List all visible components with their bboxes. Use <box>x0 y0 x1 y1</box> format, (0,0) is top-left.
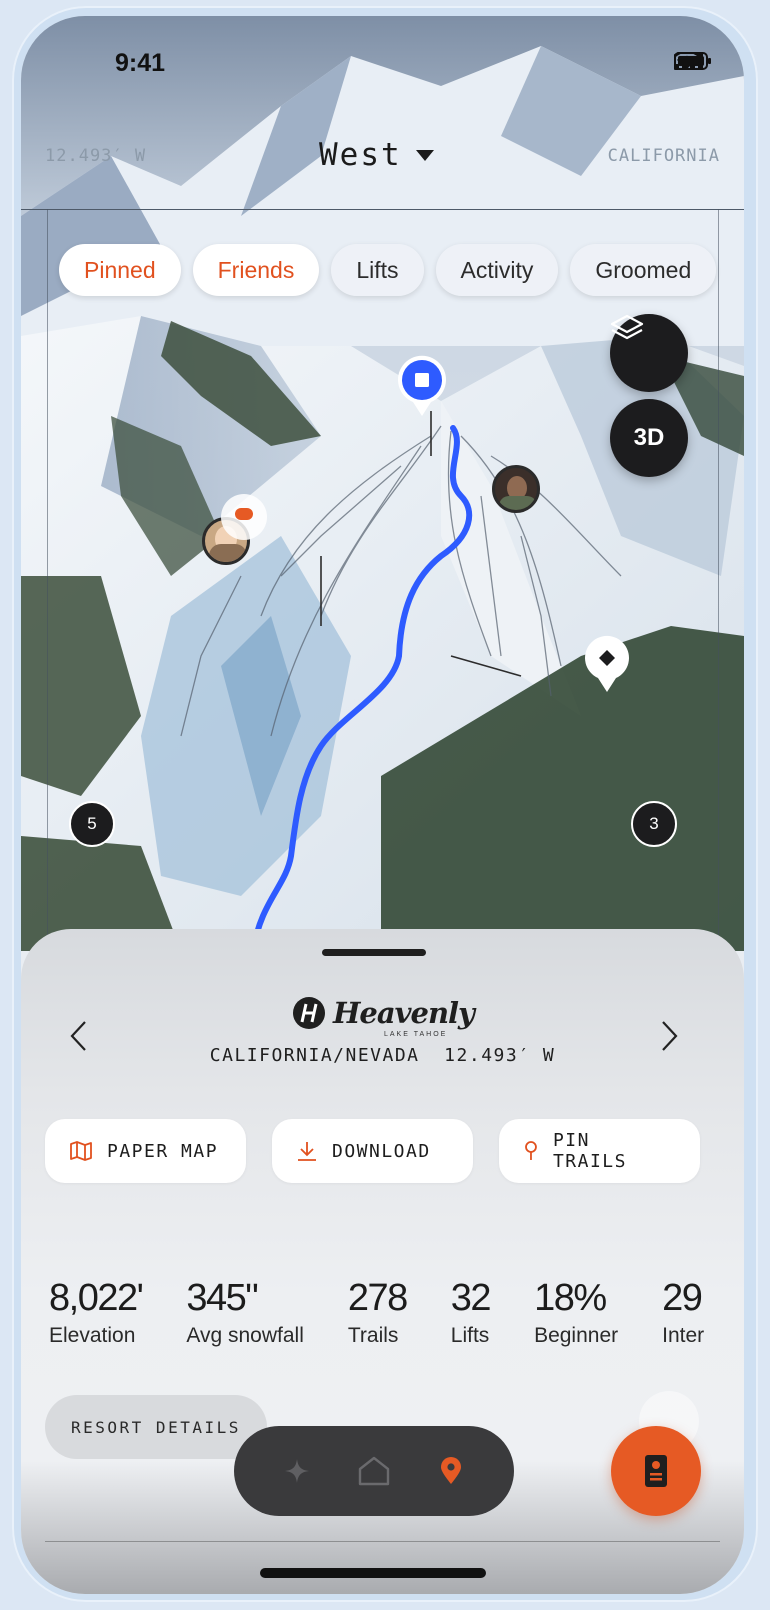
battery-icon <box>674 52 711 70</box>
stat-value: 8,022' <box>49 1277 144 1319</box>
resort-location: CALIFORNIA/NEVADA 12.493′ W <box>209 1045 556 1066</box>
stat-value: 32 <box>450 1277 492 1319</box>
resort-stats[interactable]: 8,022' Elevation 345" Avg snowfall 278 T… <box>49 1277 744 1367</box>
tab-map[interactable] <box>429 1449 473 1493</box>
stat-label: Avg snowfall <box>186 1324 304 1347</box>
stat-beginner: 18% Beginner <box>534 1277 618 1348</box>
frame-line <box>47 209 48 951</box>
home-icon <box>358 1456 390 1486</box>
pass-button[interactable] <box>611 1426 701 1516</box>
pin-trails-button[interactable]: PIN TRAILS <box>499 1119 700 1183</box>
chip-friends[interactable]: Friends <box>192 244 320 296</box>
coordinate-right: CALIFORNIA <box>607 146 720 166</box>
region-dropdown[interactable]: West <box>319 137 434 173</box>
pin-trails-label: PIN TRAILS <box>552 1130 627 1172</box>
location-pin-marker[interactable] <box>395 354 449 418</box>
stat-lifts: 32 Lifts <box>450 1277 492 1348</box>
layers-icon <box>610 314 644 340</box>
chip-pinned[interactable]: Pinned <box>59 244 181 296</box>
stat-label: Inter <box>662 1324 705 1347</box>
download-label: DOWNLOAD <box>332 1140 431 1162</box>
download-icon <box>298 1142 316 1161</box>
tab-home[interactable] <box>352 1449 396 1493</box>
tab-bar <box>234 1426 514 1516</box>
map-pin-icon <box>441 1457 462 1484</box>
resort-map[interactable]: 9:41 12.493′ W West CALIFORNIA Pinned Fr… <box>21 16 744 951</box>
paper-map-button[interactable]: PAPER MAP <box>45 1119 246 1183</box>
divider <box>45 1541 720 1542</box>
heavenly-logo-mark <box>293 997 325 1029</box>
chip-lifts[interactable]: Lifts <box>331 244 424 296</box>
stat-trails: 278 Trails <box>347 1277 408 1348</box>
stat-value: 345" <box>186 1277 258 1319</box>
action-row: PAPER MAP DOWNLOAD PIN TRAILS <box>45 1119 700 1183</box>
chat-bubble <box>221 494 267 540</box>
pin-icon <box>525 1141 537 1160</box>
stat-value: 18% <box>534 1277 607 1319</box>
stat-elevation: 8,022' Elevation <box>49 1277 144 1348</box>
cluster-marker-left[interactable]: 5 <box>69 801 115 847</box>
resort-details-button[interactable]: RESORT DETAILS <box>45 1395 267 1459</box>
stat-snowfall: 345" Avg snowfall <box>186 1277 304 1348</box>
chip-activity[interactable]: Activity <box>435 244 559 296</box>
chip-groomed[interactable]: Groomed <box>570 244 717 296</box>
app-screen: 9:41 12.493′ W West CALIFORNIA Pinned Fr… <box>21 16 744 1594</box>
3d-toggle-button[interactable]: 3D <box>610 399 688 477</box>
map-icon <box>70 1141 92 1161</box>
region-label: West <box>319 137 402 173</box>
home-indicator[interactable] <box>260 1568 486 1578</box>
logo-subtext: LAKE TAHOE <box>384 1031 448 1038</box>
tab-explore[interactable] <box>275 1449 319 1493</box>
paper-map-label: PAPER MAP <box>107 1140 219 1162</box>
sparkle-icon <box>284 1459 309 1483</box>
frame-line <box>21 209 744 210</box>
sheet-grabber[interactable] <box>322 949 426 956</box>
stat-label: Beginner <box>534 1324 619 1347</box>
friend-avatar[interactable] <box>492 465 540 513</box>
coordinate-left: 12.493′ W <box>45 146 147 166</box>
cluster-marker-right[interactable]: 3 <box>631 801 677 847</box>
resort-logo: Heavenly LAKE TAHOE <box>291 995 475 1038</box>
download-button[interactable]: DOWNLOAD <box>272 1119 473 1183</box>
stat-label: Elevation <box>49 1324 136 1347</box>
stat-value: 29 <box>662 1277 703 1319</box>
stat-intermediate: 29 Inter <box>662 1277 704 1348</box>
stat-value: 278 <box>347 1277 408 1319</box>
logo-wordmark: Heavenly <box>333 996 475 1030</box>
caret-down-icon <box>415 149 434 161</box>
stat-label: Lifts <box>450 1324 490 1347</box>
ticket-icon <box>645 1455 667 1487</box>
filter-chips: Pinned Friends Lifts Activity Groomed <box>59 244 717 296</box>
stat-label: Trails <box>347 1324 399 1347</box>
status-time: 9:41 <box>115 49 166 77</box>
waypoint-marker[interactable] <box>582 634 632 694</box>
frame-line <box>718 209 719 951</box>
layers-button[interactable] <box>610 314 688 392</box>
